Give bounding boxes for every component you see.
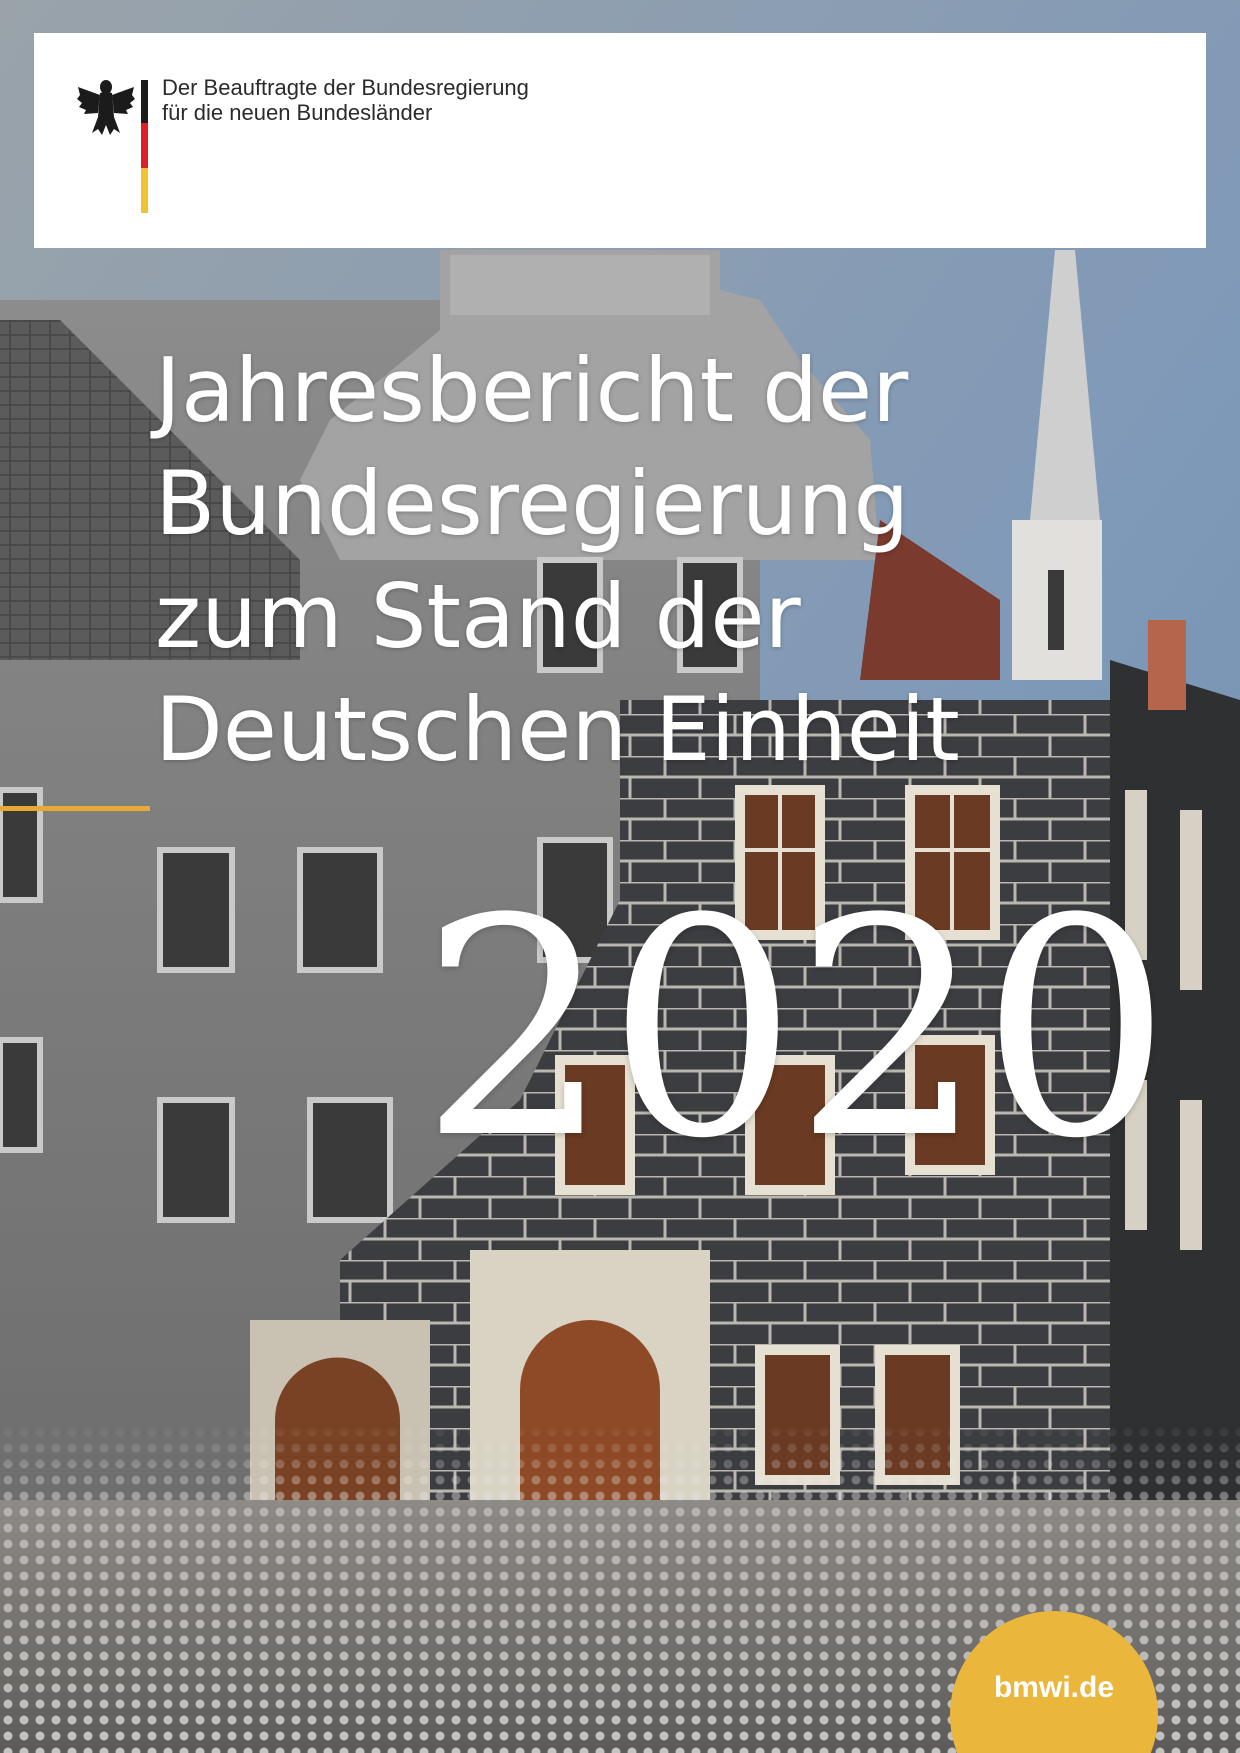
title-line-1: Jahresbericht der [155, 339, 909, 442]
url-link[interactable]: bmwi.de [950, 1671, 1158, 1705]
issuer-line-2: für die neuen Bundesländer [162, 100, 433, 125]
header-box: Der Beauftragte der Bundesregierung für … [34, 33, 1206, 248]
accent-line [0, 806, 150, 811]
title-line-4: Deutschen Einheit [155, 678, 960, 781]
federal-eagle-icon [77, 80, 135, 135]
report-year: 2020 [420, 855, 1171, 1204]
report-cover: Der Beauftragte der Bundesregierung für … [0, 0, 1240, 1753]
issuer-line-1: Der Beauftragte der Bundesregierung [162, 75, 529, 100]
issuer-name: Der Beauftragte der Bundesregierung für … [162, 75, 529, 125]
title-line-3: zum Stand der [155, 565, 801, 668]
german-flag-stripe [141, 80, 148, 238]
report-title: Jahresbericht der Bundesregierung zum St… [155, 334, 960, 786]
title-line-2: Bundesregierung [155, 452, 910, 555]
